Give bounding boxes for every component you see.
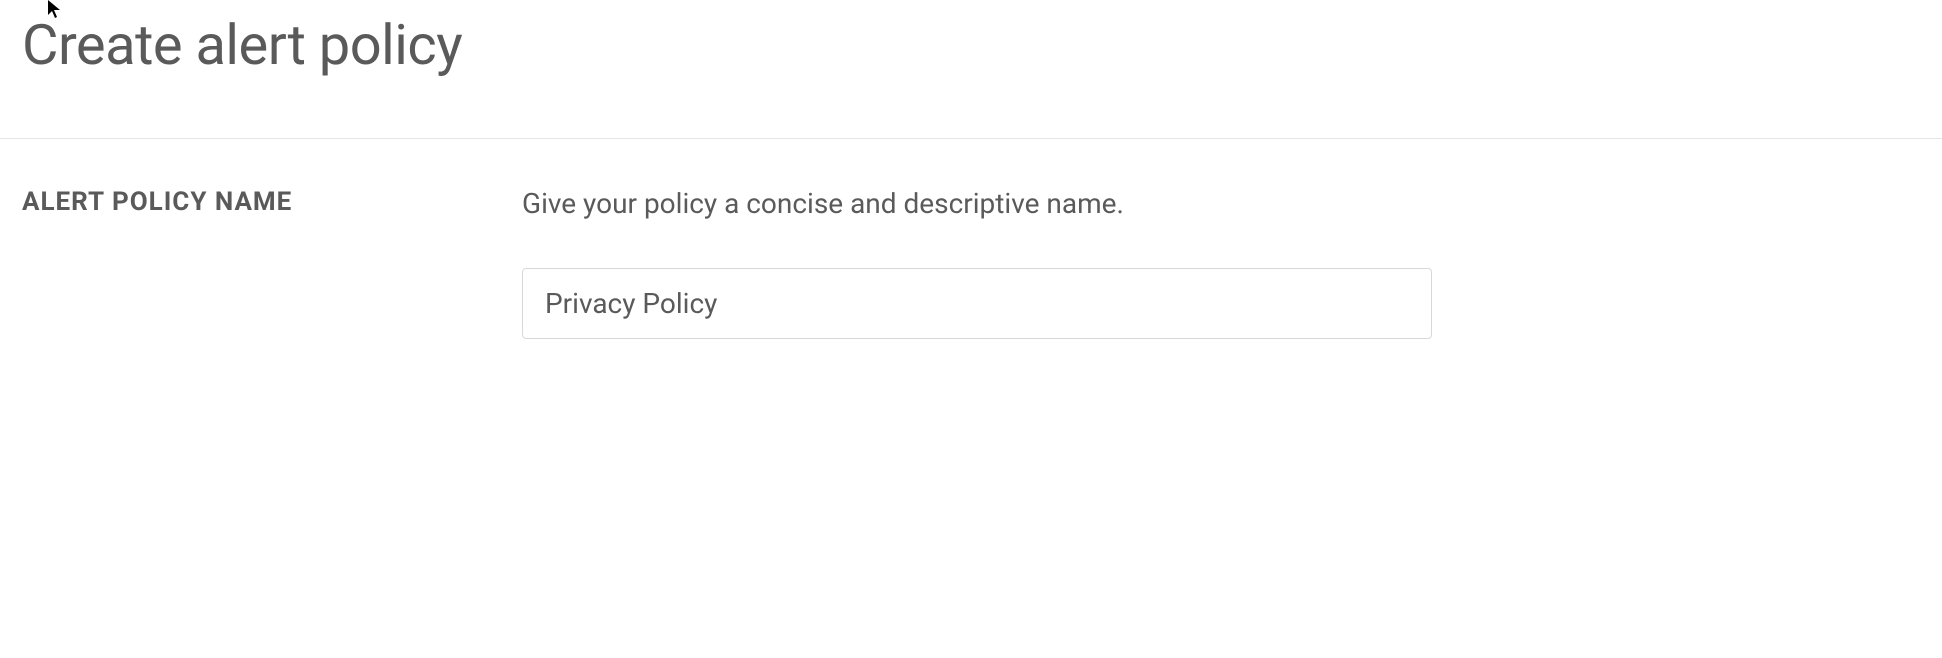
- form-content-column: Give your policy a concise and descripti…: [522, 187, 1432, 339]
- alert-policy-name-label: ALERT POLICY NAME: [22, 187, 482, 217]
- alert-policy-name-description: Give your policy a concise and descripti…: [522, 187, 1432, 220]
- alert-policy-name-section: ALERT POLICY NAME Give your policy a con…: [0, 139, 1942, 339]
- alert-policy-name-input[interactable]: [522, 268, 1432, 339]
- page-header: Create alert policy: [0, 0, 1942, 139]
- page-title: Create alert policy: [22, 12, 1920, 78]
- form-label-column: ALERT POLICY NAME: [22, 187, 482, 339]
